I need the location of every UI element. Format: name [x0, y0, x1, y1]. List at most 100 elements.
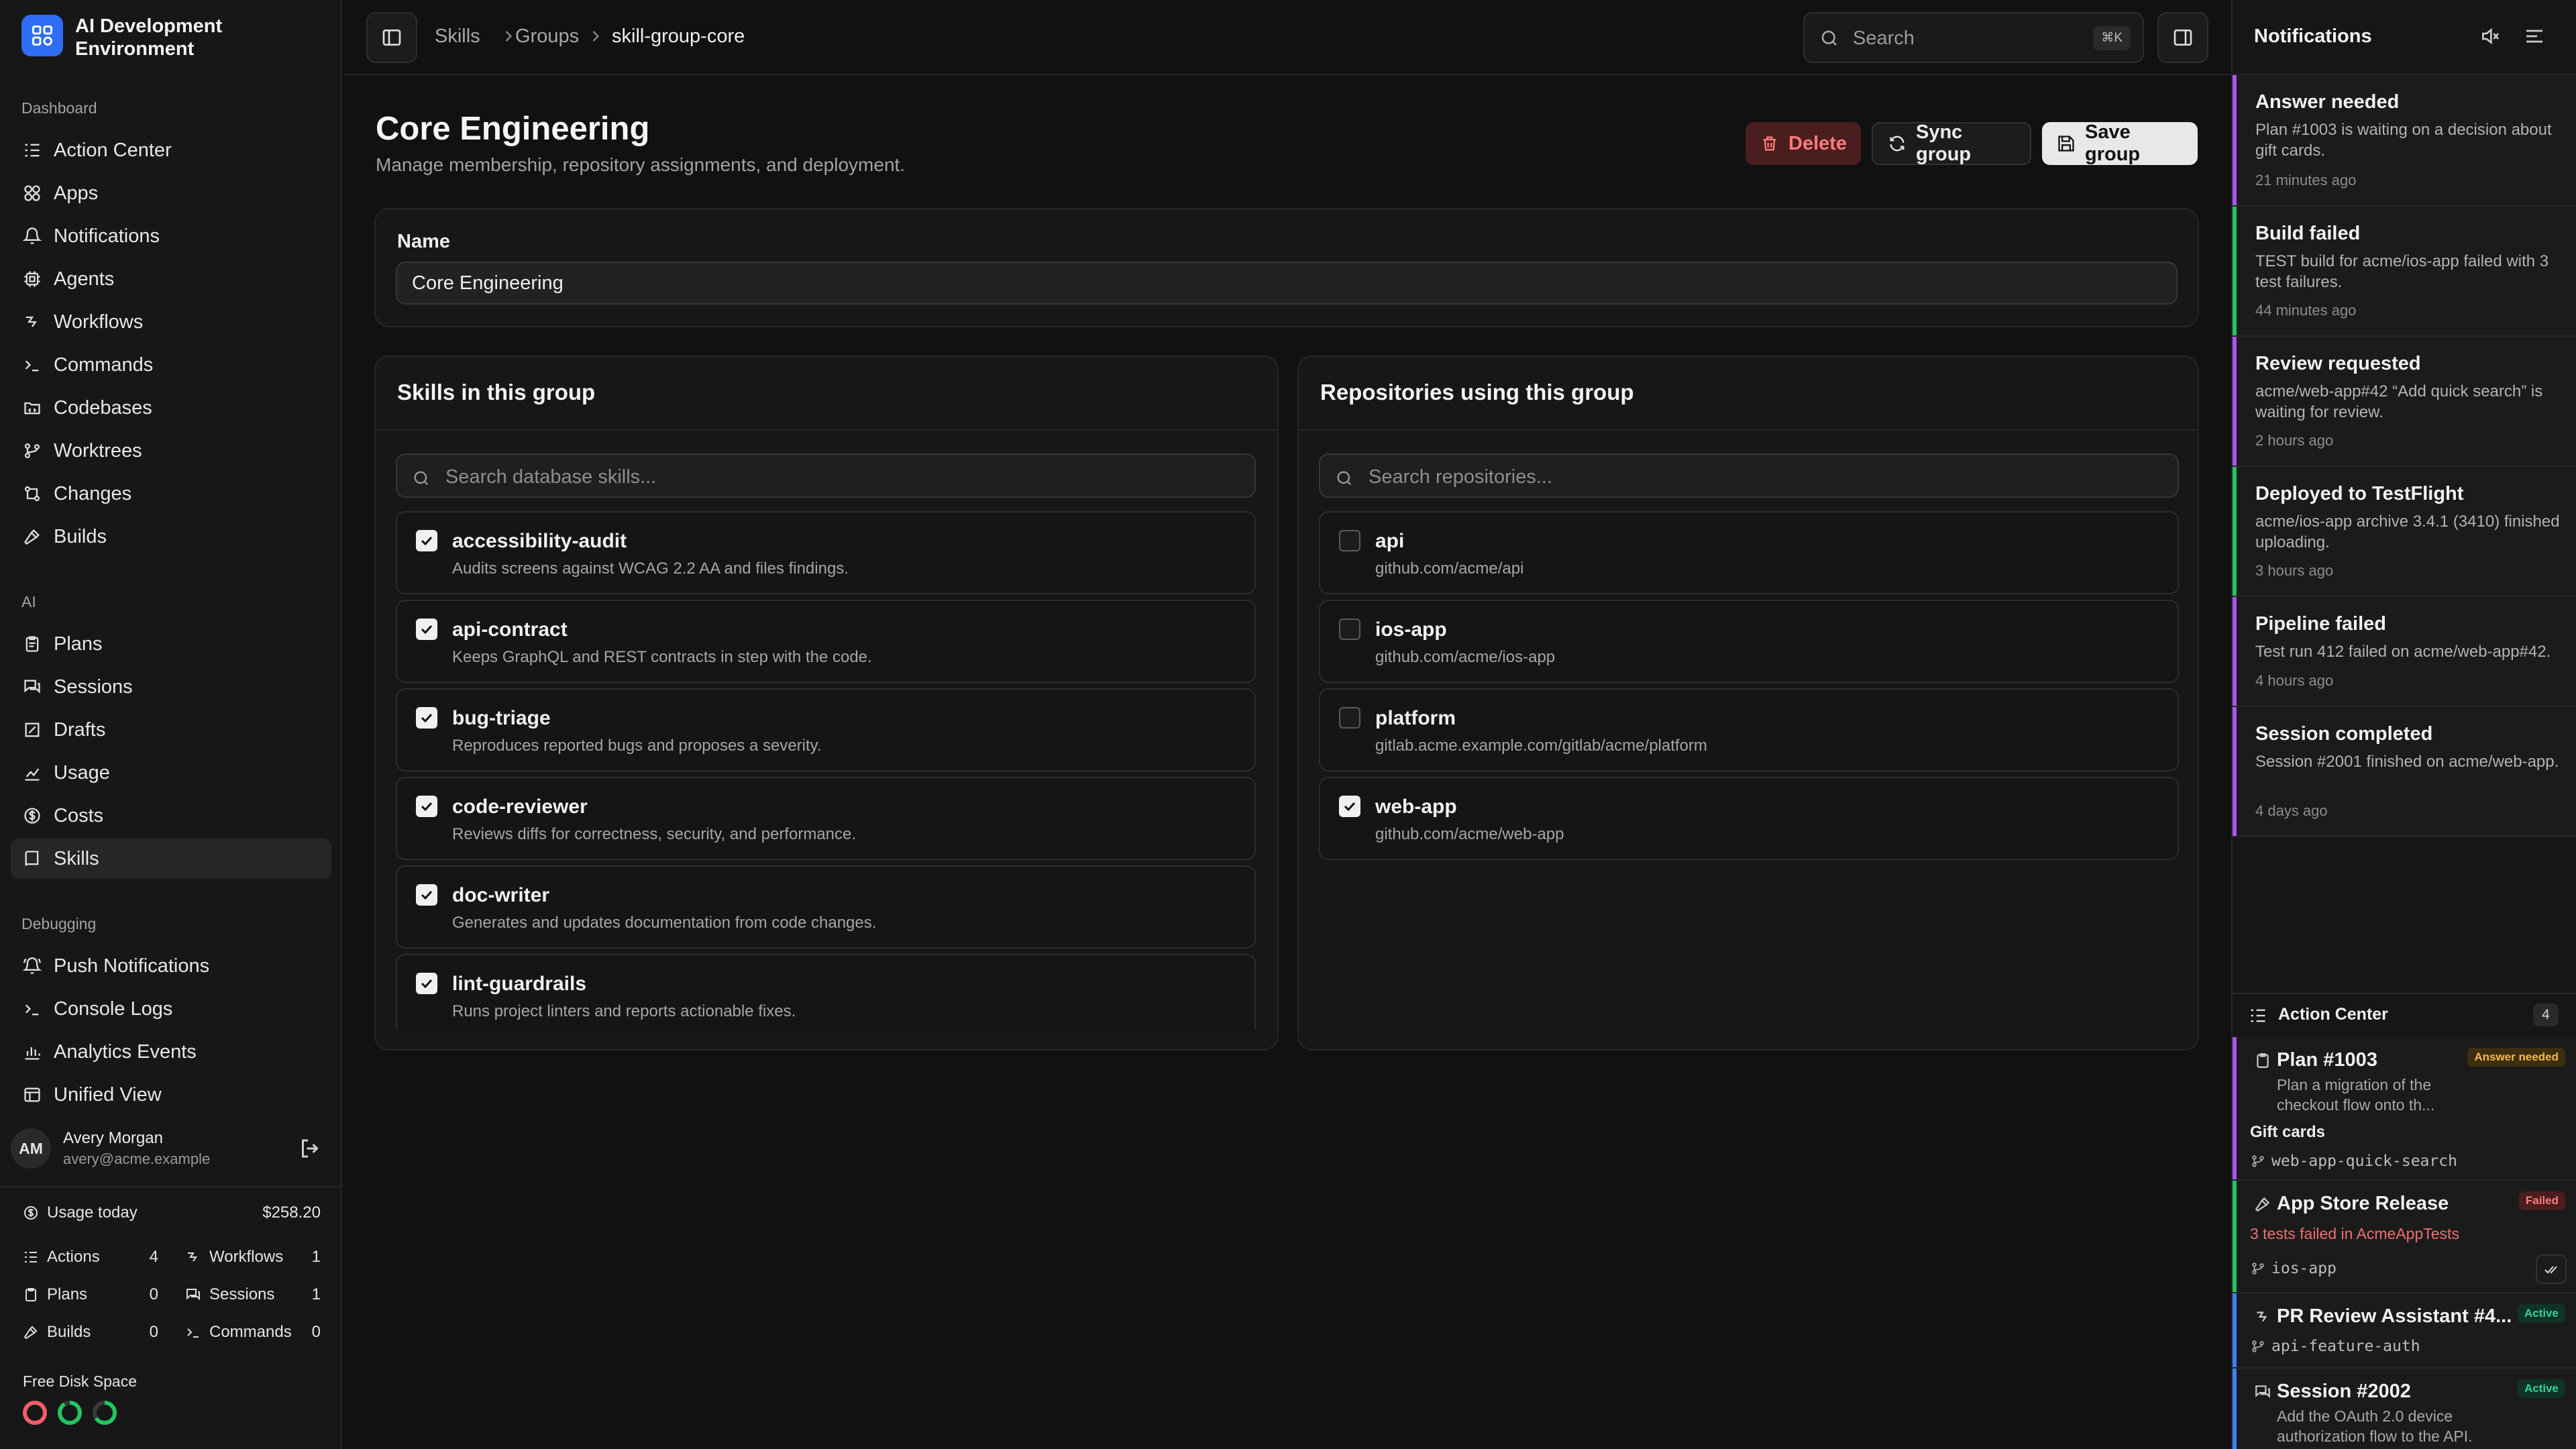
chat-icon [184, 1285, 203, 1304]
list-check-icon [2249, 1006, 2267, 1025]
sidebar-item-worktrees[interactable]: Worktrees [11, 431, 331, 471]
disk-ring-1[interactable] [21, 1399, 48, 1426]
sidebar-item-sessions[interactable]: Sessions [11, 667, 331, 707]
name-input[interactable]: Core Engineering [396, 262, 2178, 305]
repository-row[interactable]: platform gitlab.acme.example.com/gitlab/… [1319, 688, 2179, 771]
sidebar-item-action-center[interactable]: Action Center [11, 130, 331, 170]
checkbox-checked[interactable] [416, 707, 437, 729]
sidebar-item-agents[interactable]: Agents [11, 259, 331, 299]
action-item[interactable]: PR Review Assistant #4... Active api-fea… [2233, 1293, 2576, 1368]
sidebar-item-notifications[interactable]: Notifications [11, 216, 331, 256]
breadcrumb-groups[interactable]: Groups [515, 25, 579, 48]
sidebar-item-commands[interactable]: Commands [11, 345, 331, 385]
app-logo-icon[interactable] [21, 15, 63, 56]
sidebar-item-drafts[interactable]: Drafts [11, 710, 331, 750]
skill-description: Generates and updates documentation from… [452, 914, 877, 932]
repository-url: github.com/acme/web-app [1375, 825, 1564, 843]
action-item[interactable]: App Store Release Failed 3 tests failed … [2233, 1181, 2576, 1293]
action-item[interactable]: Plan #1003 Answer needed Plan a migratio… [2233, 1037, 2576, 1181]
sidebar-item-changes[interactable]: Changes [11, 474, 331, 514]
sidebar-item-label: Agents [54, 268, 115, 290]
skill-row[interactable]: lint-guardrails Runs project linters and… [396, 954, 1256, 1029]
disk-ring-2[interactable] [56, 1399, 83, 1426]
list-check-icon [21, 1248, 40, 1267]
workflow-icon [21, 311, 43, 333]
toggle-right-panel-button[interactable] [2157, 12, 2208, 63]
notification-item[interactable]: Answer needed Plan #1003 is waiting on a… [2233, 75, 2576, 207]
save-icon [2057, 133, 2076, 154]
sidebar-item-usage[interactable]: Usage [11, 753, 331, 793]
workflow-icon [2253, 1307, 2273, 1327]
sidebar-item-analytics-events[interactable]: Analytics Events [11, 1032, 331, 1072]
list-settings-icon[interactable] [2524, 25, 2545, 47]
repository-row[interactable]: ios-app github.com/acme/ios-app [1319, 600, 2179, 683]
checkbox-checked[interactable] [416, 530, 437, 551]
skill-row[interactable]: bug-triage Reproduces reported bugs and … [396, 688, 1256, 771]
sidebar-item-console-logs[interactable]: Console Logs [11, 989, 331, 1029]
skill-row[interactable]: accessibility-audit Audits screens again… [396, 511, 1256, 594]
sidebar-item-skills[interactable]: Skills [11, 839, 331, 879]
save-group-button[interactable]: Save group [2042, 121, 2198, 165]
mute-icon[interactable] [2479, 25, 2501, 47]
logout-icon[interactable] [298, 1136, 322, 1161]
checkbox-unchecked[interactable] [1339, 707, 1360, 729]
checkbox-checked[interactable] [416, 619, 437, 640]
sidebar-item-unified-view[interactable]: Unified View [11, 1075, 331, 1115]
action-item[interactable]: Session #2002 Active Add the OAuth 2.0 d… [2233, 1368, 2576, 1449]
notification-item[interactable]: Pipeline failed Test run 412 failed on a… [2233, 597, 2576, 707]
skills-panel-title: Skills in this group [397, 380, 596, 405]
branch-label: web-app-quick-search [2250, 1152, 2457, 1170]
stat-actions[interactable]: Actions [21, 1248, 100, 1267]
stat-actions-value: 4 [149, 1248, 158, 1266]
sidebar-item-costs[interactable]: Costs [11, 796, 331, 836]
sidebar-item-push-notifications[interactable]: Push Notifications [11, 946, 331, 986]
approve-button[interactable] [2536, 1254, 2567, 1284]
disk-ring-3[interactable] [91, 1399, 118, 1426]
repository-row[interactable]: api github.com/acme/api [1319, 511, 2179, 594]
sync-group-button[interactable]: Sync group [1872, 121, 2031, 165]
sidebar-item-apps[interactable]: Apps [11, 173, 331, 213]
repository-row[interactable]: web-app github.com/acme/web-app [1319, 777, 2179, 860]
checkbox-checked[interactable] [416, 796, 437, 817]
sidebar-item-codebases[interactable]: Codebases [11, 388, 331, 428]
sidebar-item-builds[interactable]: Builds [11, 517, 331, 557]
toggle-sidebar-button[interactable] [366, 12, 417, 63]
branch-name: web-app-quick-search [2271, 1152, 2457, 1170]
delete-label: Delete [1788, 132, 1847, 154]
global-search-input[interactable]: Search ⌘K [1803, 12, 2144, 63]
stat-builds[interactable]: Builds [21, 1323, 91, 1342]
notification-item[interactable]: Deployed to TestFlight acme/ios-app arch… [2233, 467, 2576, 597]
skills-search-input[interactable]: Search database skills... [396, 453, 1256, 498]
cpu-icon [21, 268, 43, 290]
usage-divider [0, 1186, 342, 1187]
checkbox-checked[interactable] [416, 884, 437, 906]
sidebar-item-workflows[interactable]: Workflows [11, 302, 331, 342]
notification-title: Session completed [2255, 723, 2433, 745]
repositories-search-input[interactable]: Search repositories... [1319, 453, 2179, 498]
stat-workflows[interactable]: Workflows [184, 1248, 283, 1267]
stat-commands[interactable]: Commands [184, 1323, 292, 1342]
sidebar-item-plans[interactable]: Plans [11, 624, 331, 664]
action-item-error: 3 tests failed in AcmeAppTests [2250, 1225, 2459, 1242]
notification-item[interactable]: Session completed Session #2001 finished… [2233, 707, 2576, 837]
checkbox-checked[interactable] [416, 973, 437, 994]
checkbox-checked[interactable] [1339, 796, 1360, 817]
notification-body: Session #2001 finished on acme/web-app. [2255, 753, 2559, 771]
notification-item[interactable]: Review requested acme/web-app#42 “Add qu… [2233, 337, 2576, 467]
skill-row[interactable]: doc-writer Generates and updates documen… [396, 865, 1256, 949]
breadcrumb-skills[interactable]: Skills [435, 25, 480, 48]
stat-plans[interactable]: Plans [21, 1285, 87, 1304]
sidebar-item-label: Sessions [54, 676, 133, 698]
checkbox-unchecked[interactable] [1339, 530, 1360, 551]
action-item-title: Plan #1003 [2277, 1049, 2377, 1071]
skill-row[interactable]: api-contract Keeps GraphQL and REST cont… [396, 600, 1256, 683]
checkbox-unchecked[interactable] [1339, 619, 1360, 640]
skill-row[interactable]: code-reviewer Reviews diffs for correctn… [396, 777, 1256, 860]
user-profile[interactable]: AM Avery Morgan avery@acme.example [11, 1122, 331, 1175]
notification-item[interactable]: Build failed TEST build for acme/ios-app… [2233, 207, 2576, 337]
hammer-icon [21, 526, 43, 547]
chart-icon [21, 762, 43, 784]
stat-builds-value: 0 [149, 1323, 158, 1341]
stat-sessions[interactable]: Sessions [184, 1285, 274, 1304]
delete-button[interactable]: Delete [1746, 122, 1861, 165]
